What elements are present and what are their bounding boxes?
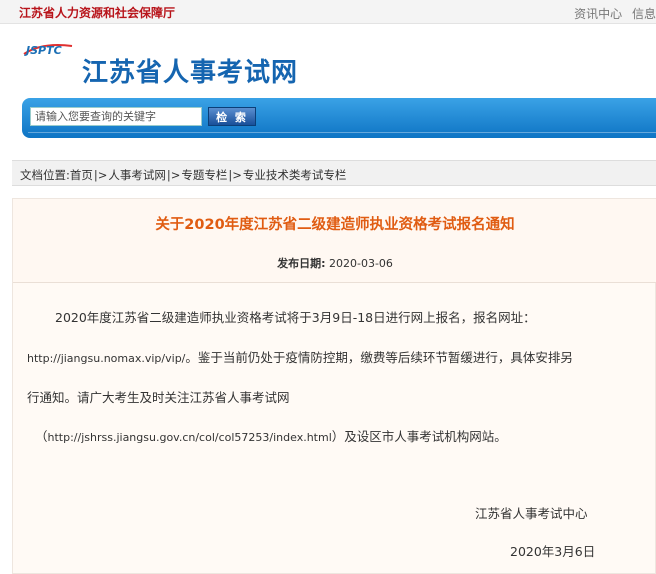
paragraph-2-text: 。鉴于当前仍处于疫情防控期，缴费等后续环节暂缓进行，具体安排另 [185,350,573,365]
article-panel: 关于2020年度江苏省二级建造师执业资格考试报名通知 发布日期: 2020-03… [12,198,656,574]
breadcrumb-sep: |> [166,168,181,182]
ministry-link[interactable]: 江苏省人力资源和社会保障厅 [19,4,175,21]
breadcrumb: 文档位置:首页|>人事考试网|>专题专栏|>专业技术类考试专栏 [12,160,656,186]
nav-info-center[interactable]: 资讯中心 [574,7,622,21]
article-header: 关于2020年度江苏省二级建造师执业资格考试报名通知 发布日期: 2020-03… [13,199,656,283]
publish-date: 发布日期: 2020-03-06 [13,255,656,271]
search-bar-highlight [28,132,656,133]
registration-link[interactable]: http://jiangsu.nomax.vip/vip/ [27,352,185,365]
article-paragraph-2: http://jiangsu.nomax.vip/vip/。鉴于当前仍处于疫情防… [27,347,647,366]
paragraph-4-open: （ [35,429,48,444]
breadcrumb-exam-site[interactable]: 人事考试网 [108,168,166,182]
search-bar: 检 索 [22,98,656,138]
breadcrumb-current[interactable]: 专业技术类考试专栏 [243,168,347,182]
breadcrumb-sep: |> [228,168,242,182]
search-button[interactable]: 检 索 [208,107,256,126]
nav-info[interactable]: 信息 [632,7,656,21]
publish-date-value: 2020-03-06 [328,257,393,270]
breadcrumb-sep: |> [93,168,108,182]
article-paragraph-3: 行通知。请广大考生及时关注江苏省人事考试网 [27,390,290,405]
search-input[interactable] [30,107,202,126]
paragraph-4-text: ）及设区市人事考试机构网站。 [331,429,507,444]
signature-org: 江苏省人事考试中心 [475,506,588,521]
site-title[interactable]: 江苏省人事考试网 [82,52,298,89]
publish-date-label: 发布日期: [277,257,326,270]
article-title: 关于2020年度江苏省二级建造师执业资格考试报名通知 [155,217,515,233]
article-paragraph-1: 2020年度江苏省二级建造师执业资格考试将于3月9日-18日进行网上报名，报名网… [55,310,536,325]
breadcrumb-home[interactable]: 首页 [70,168,93,182]
top-nav: 资讯中心 信息 [568,5,656,22]
article-paragraph-4: （http://jshrss.jiangsu.gov.cn/col/col572… [35,426,655,445]
exam-site-link[interactable]: http://jshrss.jiangsu.gov.cn/col/col5725… [48,431,332,444]
top-bar: 江苏省人力资源和社会保障厅 资讯中心 信息 [0,0,656,24]
signature-date: 2020年3月6日 [510,544,596,559]
breadcrumb-topics[interactable]: 专题专栏 [181,168,227,182]
breadcrumb-prefix: 文档位置: [20,168,70,182]
logo-abbr[interactable]: JSPTC [26,44,62,57]
